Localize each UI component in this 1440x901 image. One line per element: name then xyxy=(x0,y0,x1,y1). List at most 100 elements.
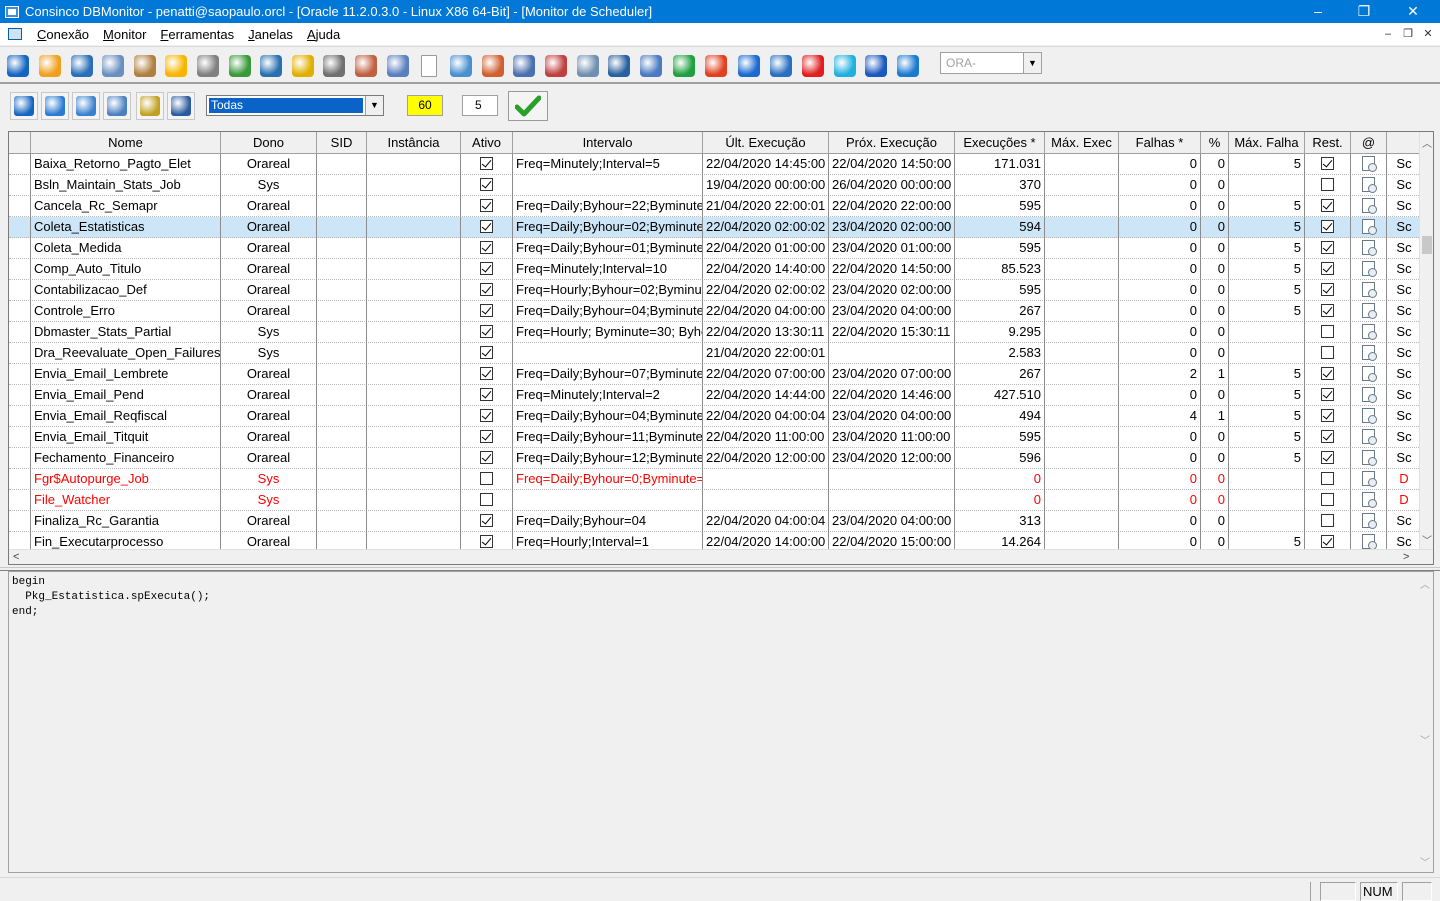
rest-checkbox[interactable] xyxy=(1321,199,1334,213)
rest-checkbox[interactable] xyxy=(1321,325,1334,339)
table-row[interactable]: Envia_Email_Lembrete Orareal Freq=Daily;By… xyxy=(9,364,1421,385)
blank-page-button[interactable] xyxy=(415,52,443,80)
ativo-checkbox[interactable] xyxy=(480,178,493,192)
document-icon[interactable] xyxy=(1362,387,1377,404)
table-row[interactable]: Envia_Email_Reqfiscal Orareal Freq=Daily;B… xyxy=(9,406,1421,427)
rest-checkbox[interactable] xyxy=(1321,367,1334,381)
grid-button[interactable] xyxy=(167,92,195,120)
rest-checkbox[interactable] xyxy=(1321,430,1334,444)
table-row[interactable]: Controle_Erro Orareal Freq=Daily;Byhour=04… xyxy=(9,301,1421,322)
chevron-down-icon[interactable]: ▼ xyxy=(1023,53,1041,73)
calendar-filter-button[interactable] xyxy=(136,92,164,120)
exit-button[interactable] xyxy=(4,52,32,80)
ativo-checkbox[interactable] xyxy=(480,430,493,444)
apply-button[interactable] xyxy=(508,91,548,121)
scroll-down-icon[interactable]: ﹀ xyxy=(1417,854,1433,869)
info-button[interactable] xyxy=(735,52,763,80)
preview-button[interactable] xyxy=(447,52,475,80)
col-header-sid[interactable]: SID xyxy=(317,132,367,154)
refresh-button[interactable] xyxy=(41,92,69,120)
rest-checkbox[interactable] xyxy=(1321,283,1334,297)
maximize-button[interactable]: ❐ xyxy=(1341,0,1387,23)
ativo-checkbox[interactable] xyxy=(480,220,493,234)
mdi-close-button[interactable]: ✕ xyxy=(1418,23,1438,45)
table-row[interactable]: Bsln_Maintain_Stats_Job Sys 19/04/2020 00:… xyxy=(9,175,1421,196)
key-button[interactable] xyxy=(36,52,64,80)
area-chart-button[interactable] xyxy=(670,52,698,80)
scroll-up-icon[interactable]: ︿ xyxy=(1420,135,1433,150)
scheduler-filter-select[interactable]: Todas ▼ xyxy=(206,95,384,116)
document-icon[interactable] xyxy=(1362,366,1377,383)
star-button[interactable] xyxy=(162,52,190,80)
ativo-checkbox[interactable] xyxy=(480,493,493,507)
gear-button[interactable] xyxy=(72,92,100,120)
count-field[interactable]: 5 xyxy=(462,95,498,116)
table-row[interactable]: Dra_Reevaluate_Open_Failures Sys 21/04/202… xyxy=(9,343,1421,364)
table-row[interactable]: File_Watcher Sys 0 0 0 D xyxy=(9,490,1421,511)
job-code[interactable]: begin Pkg_Estatistica.spExecuta(); end; xyxy=(12,575,210,620)
table-row[interactable]: Contabilizacao_Def Orareal Freq=Hourly;Byh… xyxy=(9,280,1421,301)
ativo-checkbox[interactable] xyxy=(480,451,493,465)
database-button[interactable] xyxy=(320,52,348,80)
document-icon[interactable] xyxy=(1362,492,1377,509)
col-header-pct[interactable]: % xyxy=(1201,132,1229,154)
table-row[interactable]: Finaliza_Rc_Garantia Orareal Freq=Daily;By… xyxy=(9,511,1421,532)
col-header-ativo[interactable]: Ativo xyxy=(461,132,513,154)
tree-button[interactable] xyxy=(226,52,254,80)
scroll-down-icon[interactable]: ﹀ xyxy=(1420,532,1433,547)
document-icon[interactable] xyxy=(1362,282,1377,299)
ativo-checkbox[interactable] xyxy=(480,367,493,381)
calendar-button[interactable] xyxy=(510,52,538,80)
hook-button[interactable] xyxy=(257,52,285,80)
scroll-up-icon[interactable]: ︿ xyxy=(1417,576,1433,591)
rest-checkbox[interactable] xyxy=(1321,178,1334,192)
calendar-grid-button[interactable] xyxy=(542,52,570,80)
document-icon[interactable] xyxy=(1362,513,1377,530)
document-icon[interactable] xyxy=(1362,534,1377,550)
col-header-ult-execucao[interactable]: Últ. Execução xyxy=(703,132,829,154)
table-row[interactable]: Fechamento_Financeiro Orareal Freq=Daily;B… xyxy=(9,448,1421,469)
scroll-left-icon[interactable]: < xyxy=(13,550,19,564)
document-icon[interactable] xyxy=(1362,345,1377,362)
table-button[interactable] xyxy=(767,52,795,80)
menu-conexao[interactable]: Conexão xyxy=(30,27,96,42)
rest-checkbox[interactable] xyxy=(1321,472,1334,486)
table-row[interactable]: Coleta_Medida Orareal Freq=Daily;Byhour=01… xyxy=(9,238,1421,259)
asterisk-button[interactable] xyxy=(831,52,859,80)
col-header-last[interactable] xyxy=(1387,132,1421,154)
menu-ferramentas[interactable]: Ferramentas xyxy=(153,27,241,42)
table-row[interactable]: Dbmaster_Stats_Partial Sys Freq=Hourly; By… xyxy=(9,322,1421,343)
ativo-checkbox[interactable] xyxy=(480,514,493,528)
monitor-button[interactable] xyxy=(605,52,633,80)
ativo-checkbox[interactable] xyxy=(480,157,493,171)
stop-button[interactable] xyxy=(799,52,827,80)
horizontal-scrollbar[interactable]: < > xyxy=(9,549,1433,564)
menu-monitor[interactable]: Monitor xyxy=(96,27,153,42)
table-row[interactable]: Envia_Email_Titquit Orareal Freq=Daily;Byh… xyxy=(9,427,1421,448)
col-header-intervalo[interactable]: Intervalo xyxy=(513,132,703,154)
scroll-right-icon[interactable]: > xyxy=(1403,550,1409,564)
user-button[interactable] xyxy=(99,52,127,80)
col-header-instancia[interactable]: Instância xyxy=(367,132,461,154)
table-row[interactable]: Coleta_Estatisticas Orareal Freq=Daily;Byh… xyxy=(9,217,1421,238)
col-header-at[interactable]: @ xyxy=(1351,132,1387,154)
table-row[interactable]: Envia_Email_Pend Orareal Freq=Minutely;Int… xyxy=(9,385,1421,406)
connection-combo[interactable]: ORA- ▼ xyxy=(940,52,1042,74)
scroll-mid-icon[interactable]: ﹀ xyxy=(1417,732,1433,747)
search-button[interactable] xyxy=(68,52,96,80)
scroll-thumb[interactable] xyxy=(1422,236,1432,254)
ativo-checkbox[interactable] xyxy=(480,346,493,360)
report-button[interactable] xyxy=(479,52,507,80)
job-code-editor[interactable]: begin Pkg_Estatistica.spExecuta(); end; … xyxy=(8,571,1434,873)
document-icon[interactable] xyxy=(1362,177,1377,194)
lock-button[interactable] xyxy=(131,52,159,80)
ativo-checkbox[interactable] xyxy=(480,304,493,318)
ativo-checkbox[interactable] xyxy=(480,262,493,276)
table-row[interactable]: Cancela_Rc_Semapr Orareal Freq=Daily;Byhou… xyxy=(9,196,1421,217)
document-icon[interactable] xyxy=(1362,219,1377,236)
mdi-restore-button[interactable]: ❐ xyxy=(1398,23,1418,45)
menu-ajuda[interactable]: Ajuda xyxy=(300,27,347,42)
close-button[interactable]: ✕ xyxy=(1390,0,1436,23)
rest-checkbox[interactable] xyxy=(1321,262,1334,276)
table-row[interactable]: Baixa_Retorno_Pagto_Elet Orareal Freq=Minu… xyxy=(9,154,1421,175)
